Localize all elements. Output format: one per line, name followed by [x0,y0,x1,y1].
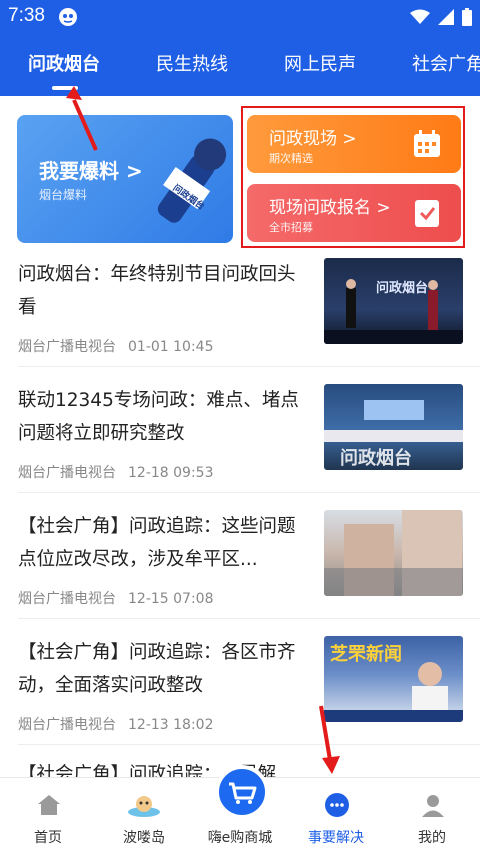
news-headline: 联动12345专场问政：难点、堵点问题将立即研究整改 [18,390,299,444]
app-header: 7:38 问政烟台 民生热线 网上民声 社会广角 [0,0,480,96]
nav-home-label: 首页 [34,830,62,846]
news-divider [18,492,480,493]
news-meta: 烟台广播电视台 12-18 09:53 [18,462,213,482]
thumbnail-caption: 芝罘新闻 [330,643,402,665]
news-meta: 烟台广播电视台 01-01 10:45 [18,336,213,356]
tab-social-angle[interactable]: 社会广角 [412,50,480,76]
news-date: 12-18 09:53 [128,465,214,481]
signup-subtitle: 全市招募 [269,221,313,234]
battery-icon [462,8,472,26]
nav-home[interactable]: 首页 [0,778,96,853]
news-thumbnail [324,510,463,596]
news-meta: 烟台广播电视台 12-13 18:02 [18,714,213,734]
news-date: 12-13 18:02 [128,717,214,733]
nav-profile-label: 我的 [418,830,446,846]
calendar-icon [414,130,440,157]
wenzheng-scene-title: 问政现场 > [269,129,357,149]
news-source: 烟台广播电视台 [18,465,116,481]
news-source: 烟台广播电视台 [18,339,116,355]
news-date: 12-15 07:08 [128,591,214,607]
signal-icon [438,9,454,25]
news-thumbnail: 芝罘新闻 [324,636,463,722]
news-source: 烟台广播电视台 [18,591,116,607]
chat-bubble-icon [325,793,349,817]
status-time: 7:38 [8,5,45,26]
home-icon [38,795,60,815]
nav-island[interactable]: 波喽岛 [96,778,192,853]
user-icon [422,795,444,817]
building-image [324,510,463,596]
studio-audience-image: 问政烟台 [324,400,463,469]
tab-wenzheng-yantai[interactable]: 问政烟台 [28,50,100,76]
news-source: 烟台广播电视台 [18,717,116,733]
wenzheng-scene-subtitle: 期次精选 [269,152,313,165]
news-headline: 【社会广角】问政追踪：这些问题点位应改尽改，涉及牟平区... [18,516,296,570]
wifi-icon [410,9,430,24]
tab-minsheng-hotline[interactable]: 民生热线 [156,50,228,76]
wenzheng-scene-card[interactable]: 问政现场 > 期次精选 [247,115,461,173]
report-card-subtitle: 烟台爆料 [39,188,88,202]
microphone-icon: 问政烟台 [157,138,227,223]
news-item[interactable]: 【社会广角】问政追踪：这些问题点位应改尽改，涉及牟平区... 烟台广播电视台 12… [0,510,480,636]
signup-title: 现场问政报名 > [269,198,391,218]
app-notification-icon [59,8,77,26]
news-headline: 问政烟台：年终特别节目问政回头看 [18,264,296,318]
news-divider [18,744,480,745]
tab-online-voices[interactable]: 网上民声 [284,50,356,76]
category-tabs: 问政烟台 民生热线 网上民声 社会广角 [0,44,480,84]
nav-affairs[interactable]: 事要解决 [288,778,384,853]
news-thumbnail: 问政烟台 [324,384,463,470]
report-card[interactable]: 我要爆料 > 烟台爆料 问政烟台 [17,115,233,243]
signup-card[interactable]: 现场问政报名 > 全市招募 [247,184,461,242]
system-icons [410,7,472,27]
thumbnail-caption: 问政烟台 [376,280,428,296]
shopping-cart-icon [229,782,257,804]
island-icon [128,796,160,817]
active-tab-indicator [52,86,78,90]
shop-fab[interactable] [215,765,269,819]
news-item[interactable]: 问政烟台：年终特别节目问政回头看 烟台广播电视台 01-01 10:45 问政烟台 [0,258,480,384]
news-headline: 【社会广角】问政追踪：各区市齐动，全面落实问政整改 [18,642,296,696]
news-item[interactable]: 联动12345专场问政：难点、堵点问题将立即研究整改 烟台广播电视台 12-18 … [0,384,480,510]
news-anchor-image: 芝罘新闻 [324,643,463,722]
nav-island-label: 波喽岛 [123,830,165,846]
nav-profile[interactable]: 我的 [384,778,480,853]
checklist-icon [415,200,439,227]
studio-scene-image: 问政烟台 [324,279,463,344]
nav-affairs-label: 事要解决 [308,830,364,846]
report-card-title: 我要爆料 > [39,159,143,183]
nav-shop-label: 嗨e购商城 [207,830,273,846]
news-divider [18,618,480,619]
thumbnail-caption: 问政烟台 [340,447,412,469]
news-thumbnail: 问政烟台 [324,258,463,344]
status-bar: 7:38 [0,0,480,34]
news-date: 01-01 10:45 [128,339,214,355]
news-meta: 烟台广播电视台 12-15 07:08 [18,588,213,608]
news-item[interactable]: 【社会广角】问政追踪：各区市齐动，全面落实问政整改 烟台广播电视台 12-13 1… [0,636,480,762]
news-divider [18,366,480,367]
